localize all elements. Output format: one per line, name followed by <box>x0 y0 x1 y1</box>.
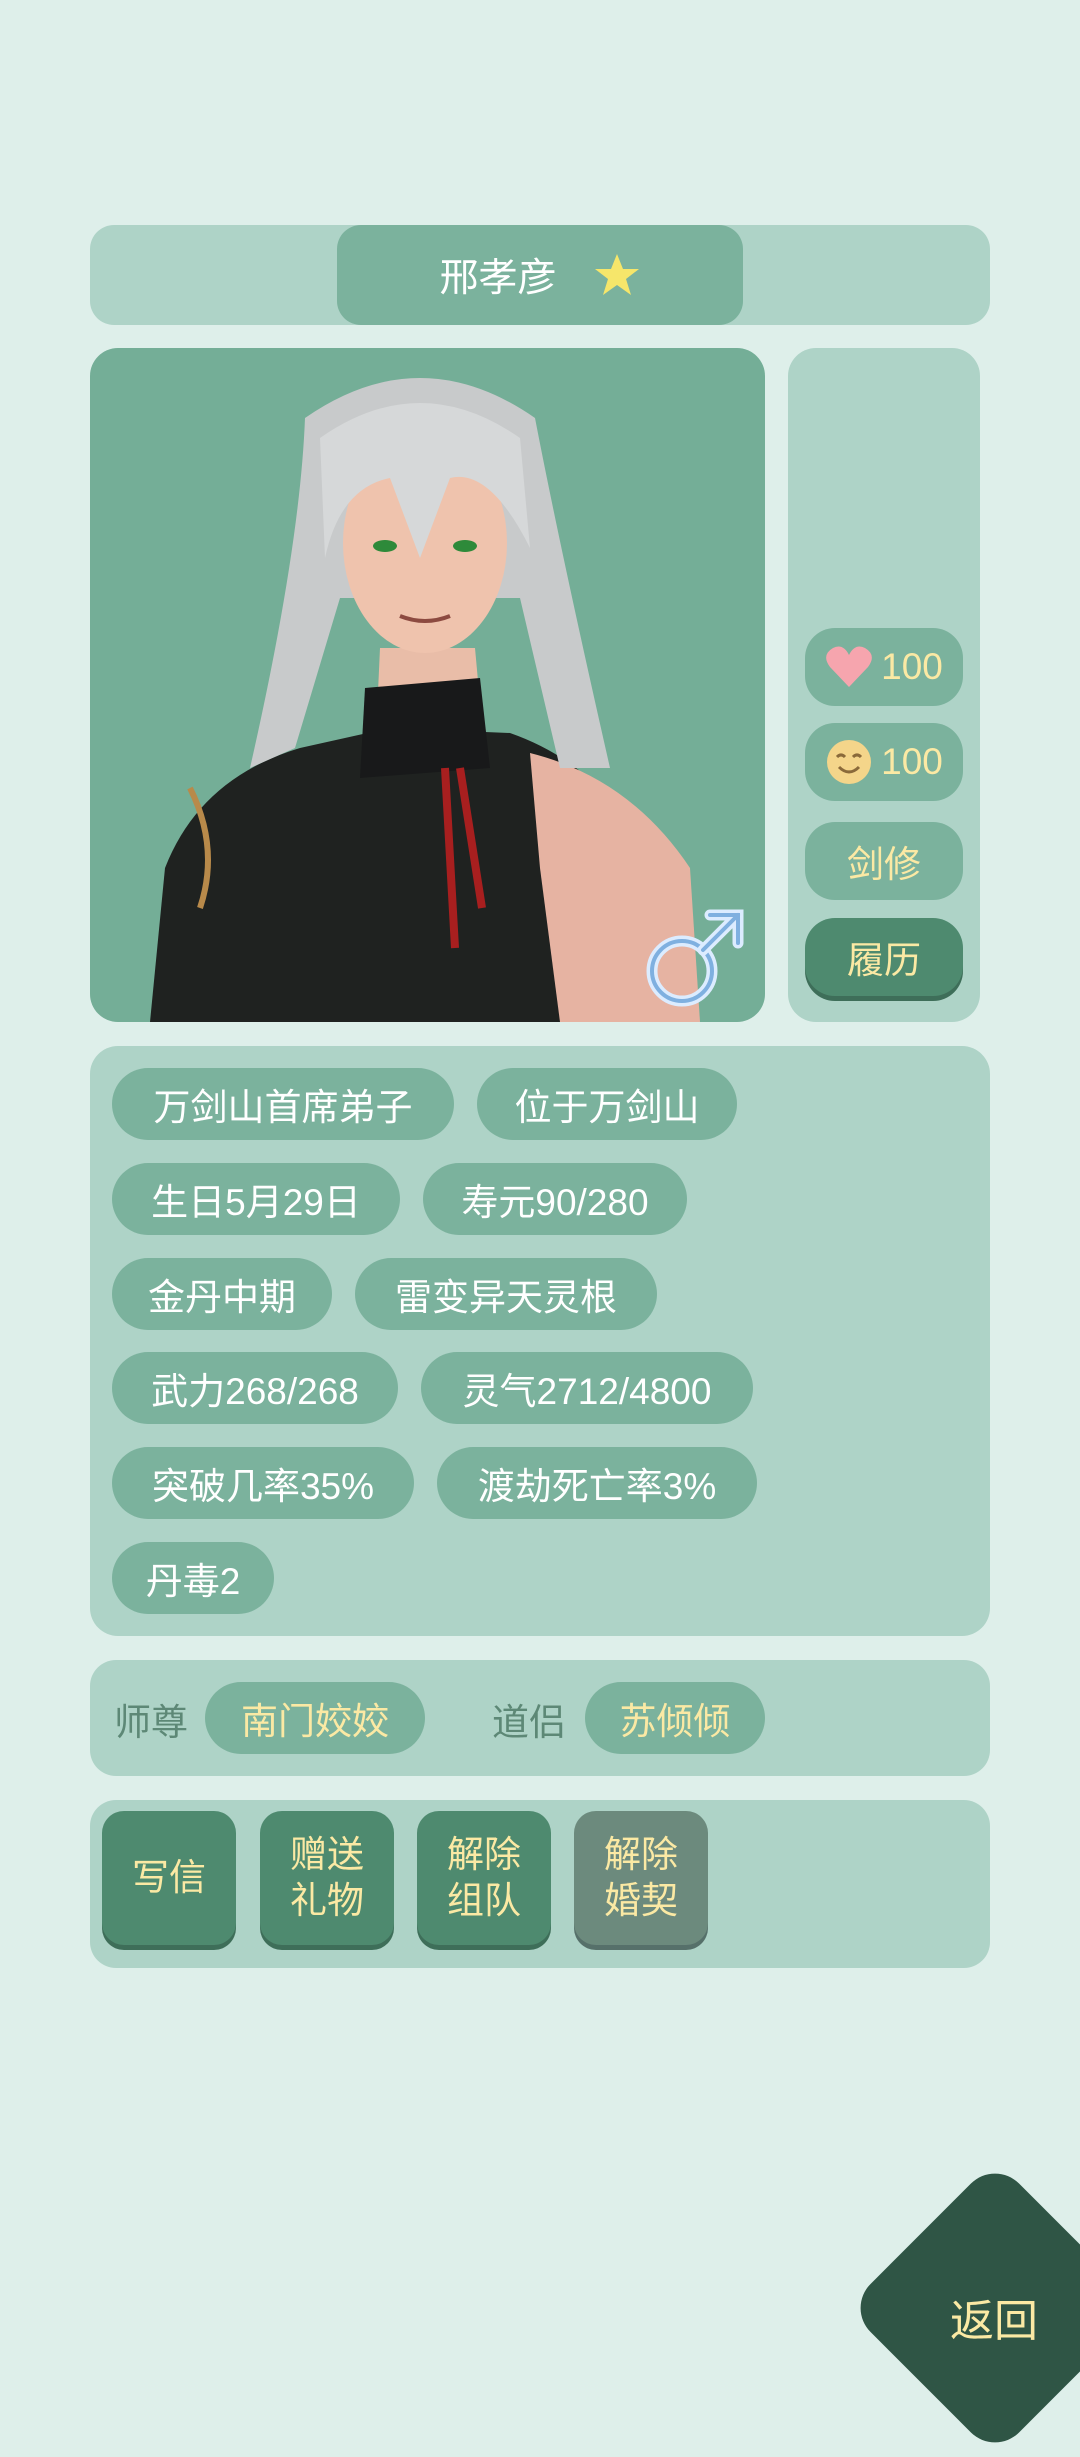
tag-force: 武力268/268 <box>112 1352 398 1424</box>
affection-stat: 100 <box>805 628 963 706</box>
resume-button[interactable]: 履历 <box>805 918 963 996</box>
tag-pill-toxicity: 丹毒2 <box>112 1542 274 1614</box>
mood-value: 100 <box>881 741 943 782</box>
star-icon[interactable] <box>593 252 641 298</box>
tag-realm: 金丹中期 <box>112 1258 332 1330</box>
back-button-label[interactable]: 返回 <box>950 2285 1038 2349</box>
partner-label: 道侣 <box>492 1702 566 1743</box>
tag-tribulation-death-rate: 渡劫死亡率3% <box>437 1447 757 1519</box>
smiley-face-icon <box>827 740 872 784</box>
write-letter-button[interactable]: 写信 <box>102 1811 236 1945</box>
master-name[interactable]: 南门姣姣 <box>205 1682 425 1754</box>
dissolve-marriage-button[interactable]: 解除 婚契 <box>574 1811 708 1945</box>
affection-value: 100 <box>881 646 943 687</box>
character-portrait <box>90 348 765 1022</box>
partner-name[interactable]: 苏倾倾 <box>585 1682 765 1754</box>
tag-location: 位于万剑山 <box>477 1068 737 1140</box>
character-name: 邢孝彦 <box>439 257 557 300</box>
send-gift-button[interactable]: 赠送 礼物 <box>260 1811 394 1945</box>
leave-team-button[interactable]: 解除 组队 <box>417 1811 551 1945</box>
heart-icon <box>826 646 872 687</box>
tag-spirit-root: 雷变异天灵根 <box>355 1258 657 1330</box>
master-label: 师尊 <box>114 1702 188 1743</box>
tag-lifespan: 寿元90/280 <box>423 1163 687 1235</box>
tag-breakthrough-rate: 突破几率35% <box>112 1447 414 1519</box>
class-badge[interactable]: 剑修 <box>805 822 963 900</box>
tag-spirit-energy: 灵气2712/4800 <box>421 1352 753 1424</box>
tag-birthday: 生日5月29日 <box>112 1163 400 1235</box>
name-plate: 邢孝彦 <box>337 225 743 325</box>
mood-stat: 100 <box>805 723 963 801</box>
tag-title: 万剑山首席弟子 <box>112 1068 454 1140</box>
male-gender-icon <box>646 909 744 1007</box>
